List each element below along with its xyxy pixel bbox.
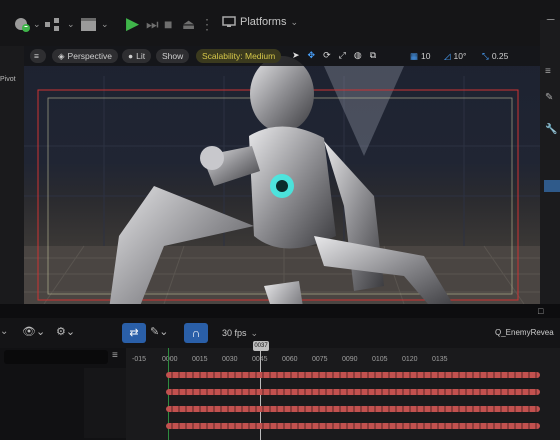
platforms-label: Platforms — [240, 16, 287, 28]
world-globe-icon[interactable]: ◍ — [354, 50, 362, 61]
track-bar[interactable] — [166, 406, 540, 412]
rotation-snap-value: 10° — [453, 51, 467, 61]
show-label: Show — [162, 51, 184, 61]
magnet-icon: ∩ — [191, 326, 201, 340]
viewport-scene — [24, 56, 540, 304]
timeline-tick-label: 0090 — [342, 356, 358, 363]
fps-label: 30 fps — [222, 328, 247, 338]
add-cube-icon — [15, 18, 30, 32]
transform-tools: ➤ ✥ ⟳ ⤢ ◍ ⧉ — [292, 50, 376, 61]
view-eye-icon[interactable]: 👁⌄ — [22, 325, 45, 338]
blueprint-button[interactable]: ⌄ — [44, 14, 75, 34]
list-icon[interactable]: ≡ — [545, 66, 551, 77]
grid-snap-icon: ▦ — [410, 50, 419, 61]
rotation-snap-button[interactable]: ◿ 10° — [438, 49, 472, 63]
track-search-input[interactable] — [4, 350, 108, 364]
clapperboard-icon — [81, 18, 96, 31]
cube-icon: ◈ — [58, 50, 65, 61]
scale-snap-value: 0.25 — [491, 51, 509, 61]
chevron-down-icon: ⌄ — [67, 18, 75, 29]
rotate-icon[interactable]: ⟳ — [323, 50, 331, 61]
track-bar[interactable] — [166, 423, 540, 429]
timeline-tick-label: 0030 — [222, 356, 238, 363]
magnet-snap-button[interactable]: ∩ — [184, 323, 208, 343]
blueprint-icon — [45, 18, 59, 31]
grid-snap-button[interactable]: ▦ 10 — [404, 49, 437, 63]
level-viewport[interactable] — [24, 46, 540, 304]
scalability-label: Scalability: Medium — [202, 51, 276, 61]
timeline-tick-label: 0060 — [282, 356, 298, 363]
filter-lines-icon[interactable]: ≡ — [112, 350, 118, 361]
main-toolbar: ⌄ ⌄ ⌄ ▶ ⏭ ■ ⏏ ⋮ Platforms ⌄ ▢ — [0, 0, 560, 46]
stop-icon: ■ — [164, 16, 173, 32]
play-icon: ▶ — [126, 14, 140, 33]
settings-gear-icon[interactable]: ⚙⌄ — [56, 325, 75, 338]
step-forward-icon: ⏭ — [146, 15, 159, 32]
viewport-toolbar: ≡ ◈ Perspective ● Lit Show Scalability: … — [24, 46, 540, 66]
grid-snap-value: 10 — [421, 51, 431, 61]
step-button[interactable]: ⏭ — [146, 14, 159, 34]
perspective-button[interactable]: ◈ Perspective — [52, 49, 118, 63]
playhead-frame[interactable]: 0037 — [253, 341, 269, 351]
eject-icon: ⏏ — [182, 15, 196, 32]
left-details-panel: Pivot — [0, 46, 25, 304]
sequence-name: Q_EnemyRevea — [495, 328, 554, 337]
sequencer-track-list: ≡ — [0, 348, 126, 440]
timeline-tick-label: 0075 — [312, 356, 328, 363]
right-details-panel: ≡ ✎ 🔧 — [540, 20, 560, 304]
scalability-button[interactable]: Scalability: Medium — [196, 49, 282, 63]
selection-highlight — [544, 180, 560, 192]
scale-snap-icon: ⤡ — [482, 50, 489, 61]
eject-button[interactable]: ⏏ — [182, 14, 195, 34]
wrench-icon[interactable]: 🔧 — [545, 124, 557, 135]
play-options-button[interactable]: ⋮ — [200, 14, 214, 34]
track-key-area — [84, 368, 126, 438]
play-button[interactable]: ▶ — [126, 14, 139, 34]
key-edit-button[interactable]: ✎⌄ — [150, 325, 168, 338]
timeline-tick-label: -015 — [132, 356, 147, 363]
maximize-icon[interactable]: □ — [538, 306, 543, 316]
select-arrow-icon[interactable]: ➤ — [292, 50, 300, 61]
snap-icon: ⇄ — [129, 327, 139, 339]
timeline-tick-label: 0105 — [372, 356, 388, 363]
surface-snap-icon[interactable]: ⧉ — [370, 50, 376, 61]
stop-button[interactable]: ■ — [164, 14, 172, 34]
cinematics-button[interactable]: ⌄ — [80, 14, 109, 34]
hamburger-icon: ≡ — [34, 51, 39, 61]
edit-pencil-icon[interactable]: ✎ — [545, 92, 553, 103]
timeline-tick-label: 0000 — [162, 356, 178, 363]
lit-sphere-icon: ● — [128, 51, 134, 61]
timeline-tick-label: 0120 — [402, 356, 418, 363]
scale-icon[interactable]: ⤢ — [339, 50, 346, 61]
lit-button[interactable]: ● Lit — [122, 49, 152, 63]
spotlight-beam — [324, 66, 404, 156]
more-vertical-icon: ⋮ — [200, 15, 214, 32]
filter-icon[interactable]: ⌄ — [0, 326, 8, 337]
platforms-button[interactable]: Platforms ⌄ — [222, 16, 298, 28]
timeline-tick-label: 0015 — [192, 356, 208, 363]
rotation-snap-icon: ◿ — [444, 50, 451, 61]
track-bar[interactable] — [166, 372, 540, 378]
chevron-down-icon: ⌄ — [101, 18, 109, 29]
lit-label: Lit — [136, 51, 146, 61]
timeline-tick-label: 0135 — [432, 356, 448, 363]
show-button[interactable]: Show — [156, 49, 190, 63]
perspective-label: Perspective — [67, 51, 112, 61]
scale-snap-button[interactable]: ⤡ 0.25 — [476, 49, 514, 63]
pivot-label: Pivot — [0, 76, 16, 83]
viewport-menu-button[interactable]: ≡ — [30, 49, 46, 63]
snap-toggle-button[interactable]: ⇄ — [122, 323, 146, 343]
translate-icon[interactable]: ✥ — [308, 50, 316, 61]
platforms-icon — [222, 16, 236, 27]
add-content-button[interactable]: ⌄ — [12, 14, 41, 34]
pen-icon: ✎⌄ — [150, 326, 169, 338]
chevron-down-icon: ⌄ — [33, 18, 41, 29]
track-bar[interactable] — [166, 389, 540, 395]
fps-selector[interactable]: 30 fps ⌄ — [222, 328, 258, 339]
chevron-down-icon: ⌄ — [290, 16, 299, 27]
sequencer-toolbar: ⌄ 👁⌄ ⚙⌄ ⇄ ✎⌄ ∩ 30 fps ⌄ Q_EnemyRevea □ — [0, 306, 560, 348]
chevron-down-icon: ⌄ — [250, 328, 259, 338]
